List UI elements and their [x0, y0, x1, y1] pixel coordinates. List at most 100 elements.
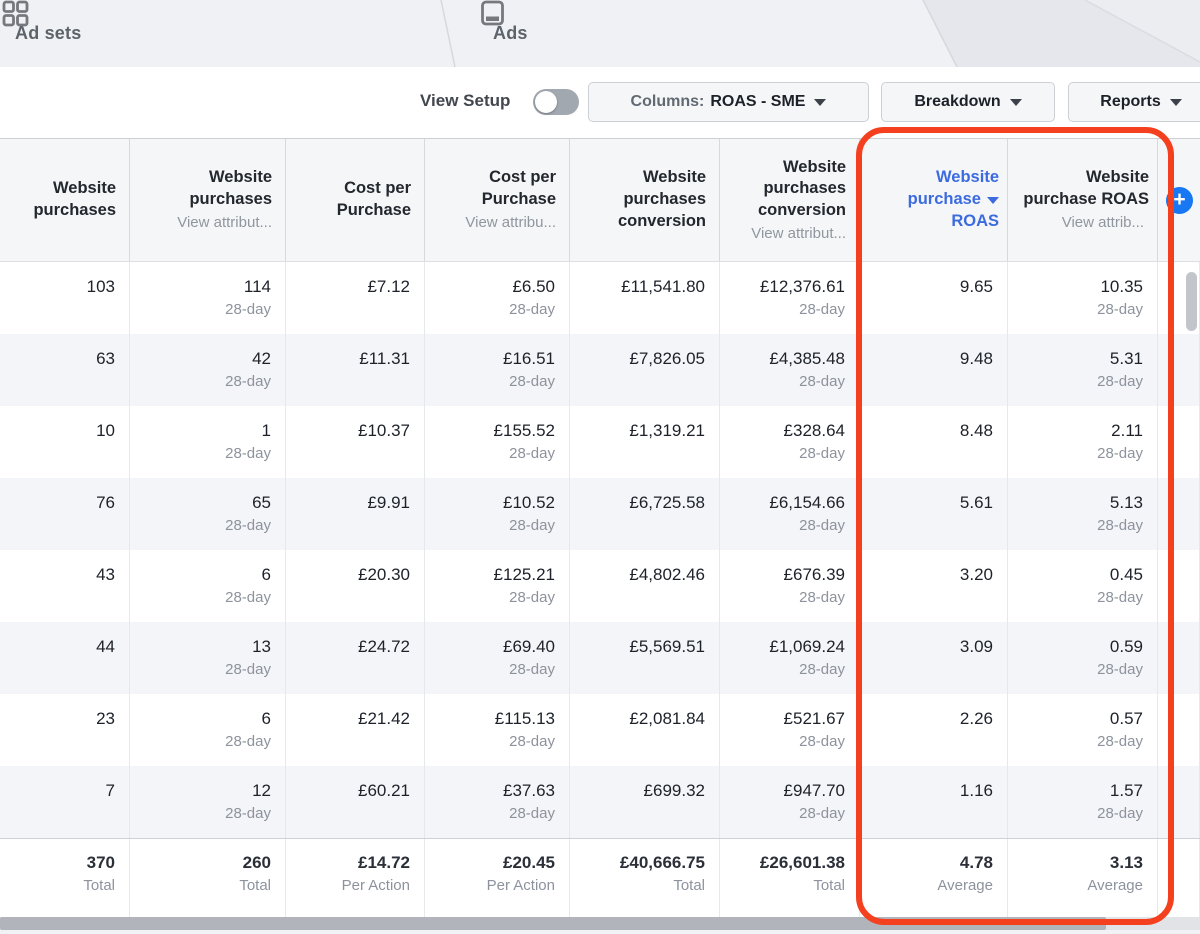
cell-value: 9.48: [960, 348, 993, 369]
add-column-cell: +: [1158, 139, 1200, 261]
column-header-4[interactable]: Cost per PurchaseView attribu...: [425, 139, 570, 261]
totals-label: Average: [1087, 876, 1143, 896]
cell-value: £69.40: [503, 636, 555, 657]
table-cell-spacer: [1158, 478, 1200, 550]
cell-value: 65: [252, 492, 271, 513]
cell-attribution-window-label: 28-day: [1097, 804, 1143, 824]
table-cell: £676.3928-day: [720, 550, 860, 622]
table-cell: 5.3128-day: [1008, 334, 1158, 406]
table-cell: £24.72: [286, 622, 425, 694]
table-cell: £1,069.2428-day: [720, 622, 860, 694]
cell-attribution-window-label: 28-day: [799, 516, 845, 536]
table-cell: £6.5028-day: [425, 262, 570, 334]
cell-value: £125.21: [494, 564, 555, 585]
cell-value: £1,069.24: [769, 636, 845, 657]
column-header-7[interactable]: WebsitepurchaseROAS: [860, 139, 1008, 261]
column-header-5[interactable]: Website purchases conversion: [570, 139, 720, 261]
table-row: 441328-day£24.72£69.4028-day£5,569.51£1,…: [0, 622, 1200, 694]
cell-attribution-window-label: 28-day: [225, 732, 271, 752]
cell-attribution-window-label: 28-day: [225, 516, 271, 536]
chevron-down-icon: [1170, 99, 1182, 106]
cell-value: £115.13: [495, 708, 555, 729]
view-setup-toggle[interactable]: [533, 89, 579, 115]
column-header-2[interactable]: Website purchasesView attribut...: [130, 139, 286, 261]
column-title: Website purchase ROAS: [1018, 167, 1149, 211]
column-title-line: purchase: [908, 189, 999, 211]
cell-value: £60.21: [358, 780, 410, 801]
reports-label: Reports: [1100, 93, 1160, 111]
cell-attribution-window-label: 28-day: [1097, 516, 1143, 536]
column-header-1[interactable]: Website purchases: [0, 139, 130, 261]
table-cell: £11.31: [286, 334, 425, 406]
table-cell: 1.16: [860, 766, 1008, 838]
table-cell: £1,319.21: [570, 406, 720, 478]
table-cell: 0.5928-day: [1008, 622, 1158, 694]
cell-value: 44: [96, 636, 115, 657]
totals-label: Per Action: [342, 876, 410, 896]
totals-cell: £14.72 Per Action: [286, 839, 425, 917]
table-cell: 628-day: [130, 550, 286, 622]
table-cell: £5,569.51: [570, 622, 720, 694]
totals-cell: £26,601.38Total: [720, 839, 860, 917]
column-title: Website purchases conversion: [575, 167, 706, 232]
cell-value: £24.72: [358, 636, 410, 657]
column-attribution-label: View attribu...: [465, 213, 556, 233]
table-cell: 76: [0, 478, 130, 550]
cell-value: 12: [252, 780, 271, 801]
table-row: 10128-day£10.37£155.5228-day£1,319.21£32…: [0, 406, 1200, 478]
totals-value: £14.72: [358, 852, 410, 873]
table-cell-spacer: [1158, 334, 1200, 406]
add-column-button[interactable]: +: [1166, 187, 1193, 214]
table-cell: 1228-day: [130, 766, 286, 838]
totals-label: Total: [673, 876, 705, 896]
cell-value: 0.59: [1110, 636, 1143, 657]
tab-ad-sets[interactable]: Ad sets: [2, 0, 81, 67]
cell-value: 43: [96, 564, 115, 585]
columns-dropdown-button[interactable]: Columns: ROAS - SME: [588, 82, 869, 122]
cell-value: 10: [96, 420, 115, 441]
column-header-3[interactable]: Cost per Purchase: [286, 139, 425, 261]
column-title: Website purchases conversion: [725, 157, 846, 222]
table-cell: £125.2128-day: [425, 550, 570, 622]
reports-dropdown-button[interactable]: Reports: [1068, 82, 1200, 122]
column-header-8[interactable]: Website purchase ROASView attrib...: [1008, 139, 1158, 261]
table-cell: £12,376.6128-day: [720, 262, 860, 334]
horizontal-scrollbar[interactable]: [0, 917, 1200, 930]
table-cell: £521.6728-day: [720, 694, 860, 766]
cell-value: 9.65: [960, 276, 993, 297]
cell-value: £21.42: [358, 708, 410, 729]
breakdown-dropdown-button[interactable]: Breakdown: [881, 82, 1055, 122]
table-cell: £699.32: [570, 766, 720, 838]
ads-manager-screen: Ad sets Ads View Setup Columns: ROAS - S…: [0, 0, 1200, 934]
table-cell: £155.5228-day: [425, 406, 570, 478]
table-cell: 65 28-day: [130, 478, 286, 550]
cell-attribution-window-label: 28-day: [225, 300, 271, 320]
table-row: 23628-day£21.42£115.1328-day£2,081.84£52…: [0, 694, 1200, 766]
sort-descending-icon: [987, 197, 999, 204]
horizontal-scrollbar-thumb[interactable]: [0, 917, 1106, 930]
table-cell: 63: [0, 334, 130, 406]
table-cell: 1328-day: [130, 622, 286, 694]
table-cell: £7.12: [286, 262, 425, 334]
cell-value: 23: [96, 708, 115, 729]
tab-ads[interactable]: Ads: [480, 0, 528, 67]
tab-bar-background: [0, 0, 1200, 67]
table-cell: 4228-day: [130, 334, 286, 406]
cell-value: 5.13: [1110, 492, 1143, 513]
cell-value: 3.09: [960, 636, 993, 657]
table-row: 10311428-day£7.12£6.5028-day£11,541.80£1…: [0, 262, 1200, 334]
cell-value: 2.26: [960, 708, 993, 729]
column-header-6[interactable]: Website purchases conversionView attribu…: [720, 139, 860, 261]
table-cell: £69.4028-day: [425, 622, 570, 694]
cell-value: 6: [262, 564, 271, 585]
column-title-line: ROAS: [908, 211, 999, 233]
table-cell: 23: [0, 694, 130, 766]
totals-label: Total: [813, 876, 845, 896]
table-cell: 44: [0, 622, 130, 694]
vertical-scrollbar-thumb[interactable]: [1186, 272, 1197, 331]
table-cell: £7,826.05: [570, 334, 720, 406]
cell-value: 1: [262, 420, 271, 441]
totals-value: 370: [87, 852, 115, 873]
cell-value: 76: [96, 492, 115, 513]
cell-value: £6,154.66: [769, 492, 845, 513]
